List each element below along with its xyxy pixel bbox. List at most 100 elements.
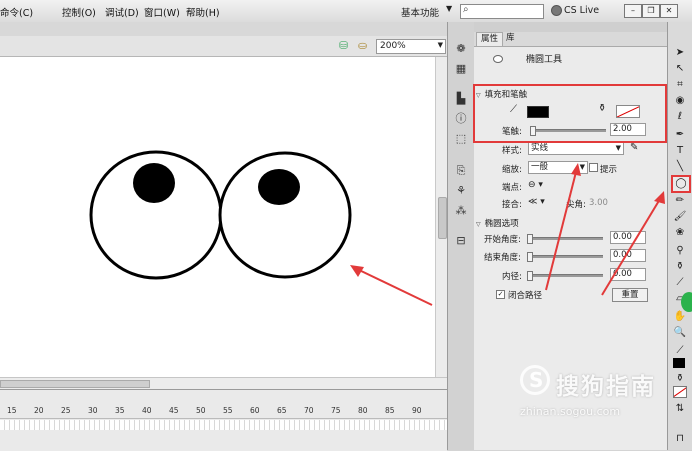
hand-tool-icon[interactable]: ✋ bbox=[673, 310, 687, 323]
close-button[interactable]: ✕ bbox=[660, 4, 678, 18]
zoom-select[interactable]: 200% ▼ bbox=[376, 39, 446, 54]
workspace-switcher[interactable]: 基本功能 bbox=[401, 5, 439, 19]
watermark-url: zhinan.sogou.com bbox=[520, 405, 621, 418]
style-select[interactable]: 实线 ▼ bbox=[528, 142, 624, 155]
join-label: 接合: bbox=[502, 200, 522, 210]
menu-debug[interactable]: 调试(D) bbox=[105, 5, 139, 19]
minimize-button[interactable]: – bbox=[624, 4, 642, 18]
info-icon[interactable]: ⓘ bbox=[454, 112, 468, 125]
start-angle-label: 开始角度: bbox=[484, 235, 521, 245]
tick-label: 25 bbox=[61, 406, 71, 415]
tab-library[interactable]: 库 bbox=[502, 32, 519, 45]
cslive-button[interactable]: CS Live bbox=[564, 5, 599, 16]
text-tool-icon[interactable]: T bbox=[673, 144, 687, 157]
menu-window[interactable]: 窗口(W) bbox=[144, 5, 180, 19]
tick-label: 90 bbox=[412, 406, 422, 415]
chevron-down-icon[interactable]: ▼ bbox=[446, 4, 452, 13]
document-tabbar bbox=[0, 22, 447, 37]
fill-color-swatch[interactable] bbox=[673, 386, 687, 398]
menu-control[interactable]: 控制(O) bbox=[62, 5, 96, 19]
deco-tool-icon[interactable]: ❀ bbox=[673, 226, 687, 239]
cap-label: 端点: bbox=[502, 183, 522, 193]
chevron-down-icon: ▼ bbox=[437, 41, 443, 49]
color-icon[interactable]: ❁ bbox=[454, 42, 468, 55]
tick-label: 85 bbox=[385, 406, 395, 415]
horizontal-scrollbar[interactable] bbox=[0, 377, 447, 389]
close-path-checkbox[interactable]: ✓ bbox=[496, 290, 505, 299]
pencil-tool-icon[interactable]: ✏ bbox=[673, 194, 687, 207]
scroll-thumb[interactable] bbox=[0, 380, 150, 388]
annotation-arrow-stage bbox=[356, 268, 433, 306]
status-badge bbox=[681, 292, 692, 312]
edit-bar: ⛁ ⛀ 200% ▼ bbox=[0, 36, 447, 57]
stage-drawing bbox=[89, 150, 433, 306]
free-transform-tool-icon[interactable]: ⌗ bbox=[673, 78, 687, 91]
bone-tool-icon[interactable]: ⚲ bbox=[673, 244, 687, 257]
sogou-logo-letter: S bbox=[529, 368, 544, 392]
stage-canvas[interactable] bbox=[0, 57, 435, 377]
tool-name: 椭圆工具 bbox=[526, 55, 563, 65]
panel-gripper bbox=[474, 22, 667, 32]
hint-label: 提示 bbox=[600, 165, 618, 175]
align-icon[interactable]: ▙ bbox=[454, 92, 468, 105]
selection-tool-icon[interactable]: ➤ bbox=[673, 46, 687, 59]
eyedropper-tool-icon[interactable]: ⟋ bbox=[673, 276, 687, 289]
paint-bucket-tool-icon[interactable]: ⚱ bbox=[673, 260, 687, 273]
pen-tool-icon[interactable]: ✒ bbox=[673, 128, 687, 141]
code-snippets-icon[interactable]: ⎘ bbox=[454, 164, 468, 177]
transform-icon[interactable]: ⬚ bbox=[454, 132, 468, 145]
timeline-frames[interactable] bbox=[0, 420, 447, 430]
history-icon[interactable]: ⊟ bbox=[454, 234, 468, 247]
restore-button[interactable]: ❐ bbox=[642, 4, 660, 18]
lasso-tool-icon[interactable]: ℓ bbox=[673, 110, 687, 123]
edit-stroke-style-icon[interactable]: ✎ bbox=[630, 142, 638, 153]
edit-symbols-icon[interactable]: ⛁ bbox=[339, 39, 348, 52]
oval-tool-icon[interactable]: ◯ bbox=[671, 175, 691, 193]
edit-scene-icon[interactable]: ⛀ bbox=[358, 39, 367, 52]
annotation-arrow-tool bbox=[601, 191, 665, 296]
motion-presets-icon[interactable]: ⁂ bbox=[454, 204, 468, 217]
hint-checkbox[interactable] bbox=[589, 163, 598, 172]
tick-label: 15 bbox=[7, 406, 17, 415]
stroke-color-swatch[interactable] bbox=[673, 358, 685, 368]
tick-label: 40 bbox=[142, 406, 152, 415]
right-pupil[interactable] bbox=[258, 169, 300, 205]
components-icon[interactable]: ⚘ bbox=[454, 184, 468, 197]
tick-label: 55 bbox=[223, 406, 233, 415]
annotation-arrow-scale bbox=[545, 163, 581, 291]
swatches-icon[interactable]: ▦ bbox=[454, 62, 468, 75]
tab-properties[interactable]: 属性 bbox=[476, 32, 504, 46]
end-angle-label: 结束角度: bbox=[484, 253, 521, 263]
tick-label: 75 bbox=[331, 406, 341, 415]
menu-help[interactable]: 帮助(H) bbox=[186, 5, 220, 19]
tick-label: 65 bbox=[277, 406, 287, 415]
stroke-color-icon: ⟋ bbox=[676, 345, 684, 356]
tick-label: 45 bbox=[169, 406, 179, 415]
timeline-ruler: 15 20 25 30 35 40 45 50 55 60 65 70 75 8… bbox=[0, 406, 447, 419]
tick-label: 30 bbox=[88, 406, 98, 415]
fill-color-icon: ⚱ bbox=[675, 373, 685, 384]
menu-command[interactable]: 命令(C) bbox=[0, 5, 33, 19]
tools-panel: ➤ ↖ ⌗ ◉ ℓ ✒ T ╲ ◯ ✏ 🖌 ❀ ⚲ ⚱ ⟋ ▱ ✋ 🔍 ⟋ ⚱ … bbox=[667, 22, 692, 450]
oval-tool-icon bbox=[493, 55, 503, 63]
close-path-label: 闭合路径 bbox=[508, 291, 543, 301]
left-pupil[interactable] bbox=[133, 163, 175, 203]
tick-label: 50 bbox=[196, 406, 206, 415]
timeline-panel: 15 20 25 30 35 40 45 50 55 60 65 70 75 8… bbox=[0, 389, 447, 451]
inner-radius-label: 内径: bbox=[502, 272, 522, 282]
zoom-tool-icon[interactable]: 🔍 bbox=[673, 326, 687, 339]
subselection-tool-icon[interactable]: ↖ bbox=[673, 62, 687, 75]
scroll-thumb[interactable] bbox=[438, 197, 447, 239]
brush-tool-icon[interactable]: 🖌 bbox=[673, 210, 687, 223]
style-value: 实线 bbox=[531, 143, 549, 153]
section-title: 椭圆选项 bbox=[484, 219, 519, 229]
search-input[interactable]: ⌕ bbox=[460, 4, 544, 19]
snap-icon[interactable]: ⊓ bbox=[673, 432, 687, 445]
panel-tabs: 属性 库 bbox=[474, 32, 667, 47]
swap-colors-icon[interactable]: ⇅ bbox=[673, 402, 687, 415]
section-oval-options[interactable]: ▽ 椭圆选项 bbox=[476, 217, 519, 229]
zoom-value: 200% bbox=[380, 41, 406, 51]
panel-icon-dock: ❁ ▦ ▙ ⓘ ⬚ ⎘ ⚘ ⁂ ⊟ bbox=[447, 22, 475, 450]
line-tool-icon[interactable]: ╲ bbox=[673, 160, 687, 173]
gradient-tool-icon[interactable]: ◉ bbox=[673, 94, 687, 107]
